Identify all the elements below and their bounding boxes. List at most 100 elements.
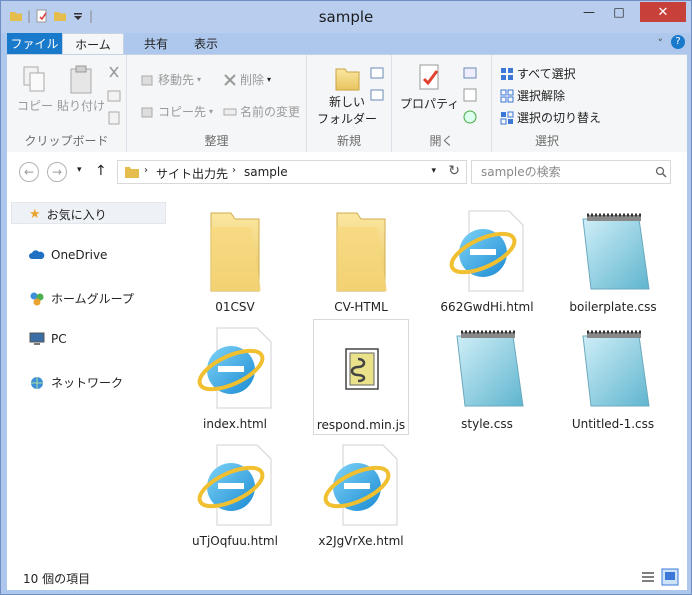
new-item-icon[interactable] xyxy=(369,65,385,81)
refresh-icon[interactable]: ↻ xyxy=(448,163,460,179)
ie-html-icon xyxy=(323,444,398,526)
recent-locations-chevron-icon[interactable]: ▾ xyxy=(77,165,82,175)
file-name: 662GwdHi.html xyxy=(440,300,534,314)
open-icon[interactable] xyxy=(462,65,478,81)
breadcrumb-separator: › xyxy=(232,165,236,176)
help-icon[interactable]: ? xyxy=(671,35,685,49)
group-open: プロパティ 開く xyxy=(392,55,492,153)
copy-to-button[interactable]: コピー先 ▾ xyxy=(141,103,213,120)
group-select: すべて選択 選択解除 選択の切り替え 選択 xyxy=(492,55,602,153)
select-all-button[interactable]: すべて選択 xyxy=(500,65,576,82)
homegroup-icon xyxy=(30,292,44,305)
ie-html-icon xyxy=(197,444,272,526)
file-item[interactable]: 01CSV xyxy=(187,202,283,318)
move-to-button[interactable]: 移動先 ▾ xyxy=(141,71,201,88)
search-input[interactable]: sampleの検索 xyxy=(471,160,671,184)
file-item[interactable]: Untitled-1.css xyxy=(565,319,661,435)
title-bar: | | sample — □ ✕ xyxy=(1,1,691,33)
delete-button[interactable]: 削除 ▾ xyxy=(223,71,271,88)
new-folder-icon xyxy=(335,68,360,91)
cut-icon[interactable] xyxy=(107,65,121,79)
paste-icon xyxy=(70,65,92,94)
content-area: ★ お気に入り OneDrive ホームグループ PC ネットワーク 01CSV… xyxy=(7,192,687,564)
move-to-icon xyxy=(141,75,153,85)
sidebar-item-network[interactable]: ネットワーク xyxy=(29,374,123,391)
group-label-organize: 整理 xyxy=(204,134,229,148)
file-item[interactable]: respond.min.js xyxy=(313,319,409,435)
select-none-button[interactable]: 選択解除 xyxy=(500,87,565,104)
folder-icon xyxy=(336,212,387,292)
minimize-button[interactable]: — xyxy=(575,2,603,22)
status-bar: 10 個の項目 xyxy=(7,564,687,590)
invert-selection-icon xyxy=(500,111,514,124)
file-item[interactable]: style.css xyxy=(439,319,535,435)
tab-view[interactable]: 表示 xyxy=(185,33,227,55)
file-item[interactable]: CV-HTML xyxy=(313,202,409,318)
script-js-icon xyxy=(345,348,379,390)
breadcrumb-item[interactable]: サイト出力先 xyxy=(156,165,228,182)
select-none-icon xyxy=(500,89,514,102)
file-item[interactable]: x2JgVrXe.html xyxy=(313,436,409,552)
forward-button[interactable]: → xyxy=(47,162,67,182)
file-name: Untitled-1.css xyxy=(571,417,655,431)
group-label-clipboard: クリップボード xyxy=(24,134,109,148)
maximize-button[interactable]: □ xyxy=(605,2,633,22)
search-icon[interactable] xyxy=(655,166,667,178)
paste-button[interactable]: 貼り付け xyxy=(57,65,105,114)
paste-shortcut-icon[interactable] xyxy=(107,111,121,125)
details-view-icon[interactable] xyxy=(639,568,657,586)
file-name: CV-HTML xyxy=(334,300,388,314)
close-button[interactable]: ✕ xyxy=(640,2,686,22)
network-icon xyxy=(31,376,43,389)
rename-icon xyxy=(223,108,237,115)
properties-icon xyxy=(419,64,439,90)
notepad-css-icon xyxy=(456,330,524,407)
star-icon: ★ xyxy=(29,207,41,222)
file-item[interactable]: 662GwdHi.html xyxy=(439,202,535,318)
file-item[interactable]: uTjOqfuu.html xyxy=(187,436,283,552)
group-new: 新しい フォルダー 新規 xyxy=(307,55,392,153)
breadcrumb-item[interactable]: sample xyxy=(244,165,288,179)
delete-icon xyxy=(224,73,236,86)
file-name: uTjOqfuu.html xyxy=(192,534,278,548)
tab-share[interactable]: 共有 xyxy=(135,33,177,55)
copy-icon xyxy=(23,66,45,92)
large-icons-view-icon[interactable] xyxy=(661,568,679,586)
properties-button[interactable]: プロパティ xyxy=(400,63,459,112)
file-item[interactable]: index.html xyxy=(187,319,283,435)
address-dropdown-chevron-icon[interactable]: ▾ xyxy=(431,166,436,176)
copy-path-icon[interactable] xyxy=(107,89,121,103)
ie-html-icon xyxy=(197,327,272,409)
sidebar-item-pc[interactable]: PC xyxy=(29,332,67,346)
file-list: 01CSV CV-HTML 662GwdHi.html boilerplate.… xyxy=(170,192,685,564)
sidebar-item-homegroup[interactable]: ホームグループ xyxy=(29,290,134,307)
invert-selection-button[interactable]: 選択の切り替え xyxy=(500,109,601,126)
address-bar[interactable]: › サイト出力先 › sample ▾ ↻ xyxy=(117,160,467,184)
back-button[interactable]: ← xyxy=(19,162,39,182)
folder-icon xyxy=(125,167,139,178)
easy-access-icon[interactable] xyxy=(369,87,385,103)
history-icon[interactable] xyxy=(462,109,478,125)
tab-home[interactable]: ホーム xyxy=(62,33,124,55)
sidebar-item-favorites[interactable]: ★ お気に入り xyxy=(29,206,107,223)
copy-button[interactable]: コピー xyxy=(17,65,53,114)
edit-icon[interactable] xyxy=(462,87,478,103)
rename-button[interactable]: 名前の変更 xyxy=(223,103,300,120)
group-organize: 移動先 ▾ コピー先 ▾ 削除 ▾ 名前の変更 整理 xyxy=(127,55,307,153)
ribbon: コピー 貼り付け クリップボード 移動先 ▾ コピー先 ▾ 削除 ▾ 名前の変更… xyxy=(7,54,687,153)
file-item[interactable]: boilerplate.css xyxy=(565,202,661,318)
sidebar-item-onedrive[interactable]: OneDrive xyxy=(29,248,107,262)
ie-html-icon xyxy=(449,210,524,292)
tab-file[interactable]: ファイル xyxy=(7,33,62,55)
folder-icon xyxy=(210,212,261,292)
navigation-bar: ← → ▾ ↑ › サイト出力先 › sample ▾ ↻ sampleの検索 xyxy=(7,152,687,192)
file-name: respond.min.js xyxy=(316,418,406,432)
breadcrumb-separator: › xyxy=(144,165,148,176)
file-name: boilerplate.css xyxy=(569,300,657,314)
up-button[interactable]: ↑ xyxy=(95,163,107,179)
copy-to-icon xyxy=(141,107,153,117)
notepad-css-icon xyxy=(582,330,650,407)
cloud-icon xyxy=(29,250,45,259)
ribbon-collapse-chevron-icon[interactable]: ˅ xyxy=(658,37,664,50)
new-folder-button[interactable]: 新しい フォルダー xyxy=(317,63,377,127)
